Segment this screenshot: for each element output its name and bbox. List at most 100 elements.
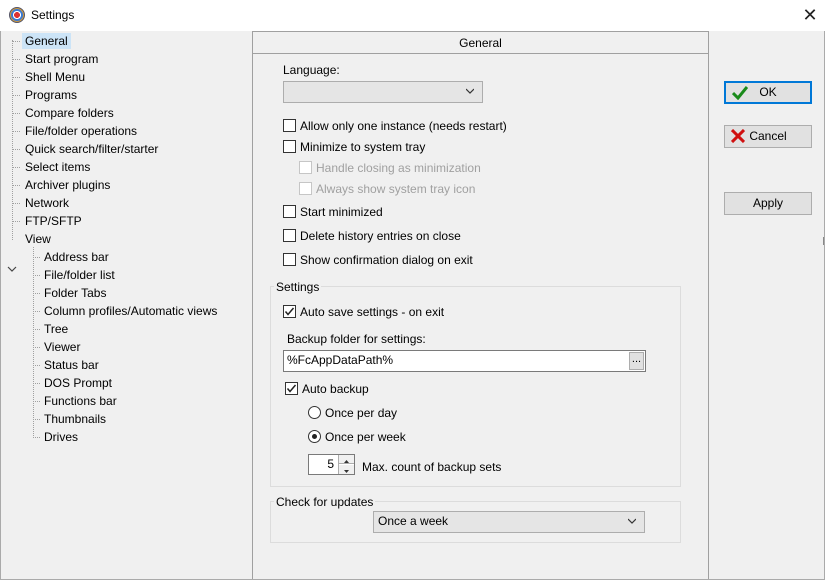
single-instance-checkbox[interactable]	[283, 119, 296, 132]
always-tray-icon-checkbox	[299, 182, 312, 195]
close-icon	[731, 129, 745, 143]
settings-group-title: Settings	[274, 280, 322, 294]
close-icon[interactable]: ✕	[795, 0, 825, 31]
apply-label: Apply	[752, 196, 784, 210]
delete-history-checkbox[interactable]	[283, 229, 296, 242]
auto-backup-checkbox[interactable]	[285, 382, 298, 395]
auto-backup-label: Auto backup	[302, 382, 369, 396]
tree-guide-line	[33, 401, 40, 402]
tree-guide-line	[33, 293, 40, 294]
handle-closing-checkbox	[299, 161, 312, 174]
backup-folder-label: Backup folder for settings:	[287, 332, 426, 346]
handle-closing-label: Handle closing as minimization	[316, 161, 481, 175]
once-per-day-label: Once per day	[325, 406, 398, 420]
tree-item-compare-folders[interactable]: Compare folders	[22, 105, 117, 121]
tree-guide-line	[33, 383, 40, 384]
tree-item-archiver-plugins[interactable]: Archiver plugins	[22, 177, 113, 193]
checkmark-icon	[284, 307, 295, 316]
chevron-down-icon	[628, 518, 636, 524]
tree-item-status-bar[interactable]: Status bar	[41, 357, 102, 373]
confirm-exit-checkbox[interactable]	[283, 253, 296, 266]
general-settings-panel: General Language: Allow only one instanc…	[252, 31, 709, 580]
tree-guide-line	[33, 311, 40, 312]
tree-item-folder-tabs[interactable]: Folder Tabs	[41, 285, 109, 301]
tree-item-dos-prompt[interactable]: DOS Prompt	[41, 375, 115, 391]
tree-guide-line	[12, 131, 20, 132]
max-backup-label: Max. count of backup sets	[362, 460, 502, 474]
always-tray-icon-label: Always show system tray icon	[316, 182, 476, 196]
max-backup-value: 5	[327, 457, 334, 471]
tree-guide-line	[33, 257, 40, 258]
stepper-up-icon[interactable]	[339, 455, 354, 464]
tree-item-ftp-sftp[interactable]: FTP/SFTP	[22, 213, 85, 229]
backup-folder-input[interactable]: %FcAppDataPath% ...	[283, 350, 646, 372]
cancel-label: Cancel	[749, 129, 787, 143]
tree-guide-line	[33, 275, 40, 276]
start-minimized-label: Start minimized	[300, 205, 383, 219]
cancel-button[interactable]: Cancel	[724, 125, 812, 148]
language-label: Language:	[283, 63, 340, 77]
tree-item-start-program[interactable]: Start program	[22, 51, 101, 67]
tree-item-address-bar[interactable]: Address bar	[41, 249, 112, 265]
once-per-week-radio[interactable]	[308, 430, 321, 443]
apply-button[interactable]: Apply	[724, 192, 812, 215]
tree-guide-line	[12, 113, 20, 114]
backup-folder-value: %FcAppDataPath%	[287, 353, 394, 367]
tree-guide-line	[12, 41, 20, 42]
chevron-down-icon	[466, 88, 474, 94]
tree-item-general[interactable]: General	[22, 33, 71, 49]
ok-button[interactable]: OK	[724, 81, 812, 104]
once-per-day-radio[interactable]	[308, 406, 321, 419]
ok-label: OK	[759, 85, 777, 99]
minimize-tray-checkbox[interactable]	[283, 140, 296, 153]
language-dropdown[interactable]	[283, 81, 483, 103]
tree-item-file-folder-list[interactable]: File/folder list	[41, 267, 118, 283]
tree-item-view[interactable]: View	[22, 231, 54, 247]
chevron-down-icon[interactable]	[6, 263, 18, 275]
checkmark-icon	[286, 384, 297, 393]
tree-item-network[interactable]: Network	[22, 195, 72, 211]
tree-guide-line	[12, 40, 13, 240]
stepper-down-icon[interactable]	[339, 465, 354, 474]
checkmark-icon	[732, 86, 748, 100]
tree-guide-line	[33, 437, 40, 438]
tree-guide-line	[12, 59, 20, 60]
window-title: Settings	[31, 8, 75, 22]
tree-item-column-profiles-automatic-views[interactable]: Column profiles/Automatic views	[41, 303, 220, 319]
auto-save-checkbox[interactable]	[283, 305, 296, 318]
confirm-exit-label: Show confirmation dialog on exit	[300, 253, 473, 267]
minimize-tray-label: Minimize to system tray	[300, 140, 426, 154]
tree-guide-line	[12, 149, 20, 150]
tree-guide-line	[12, 95, 20, 96]
updates-group-title: Check for updates	[274, 495, 376, 509]
tree-item-viewer[interactable]: Viewer	[41, 339, 83, 355]
tree-item-shell-menu[interactable]: Shell Menu	[22, 69, 88, 85]
title-bar: Settings ✕	[0, 0, 825, 31]
tree-guide-line	[33, 347, 40, 348]
once-per-week-label: Once per week	[325, 430, 406, 444]
tree-guide-line	[12, 221, 20, 222]
tree-guide-line	[33, 365, 40, 366]
tree-guide-line	[12, 167, 20, 168]
auto-save-label: Auto save settings - on exit	[300, 305, 445, 319]
app-icon	[9, 7, 25, 23]
single-instance-label: Allow only one instance (needs restart)	[300, 119, 507, 133]
delete-history-label: Delete history entries on close	[300, 229, 461, 243]
tree-guide-line	[33, 329, 40, 330]
update-frequency-dropdown[interactable]: Once a week	[373, 511, 645, 533]
tree-item-functions-bar[interactable]: Functions bar	[41, 393, 120, 409]
tree-item-programs[interactable]: Programs	[22, 87, 80, 103]
start-minimized-checkbox[interactable]	[283, 205, 296, 218]
max-backup-stepper[interactable]: 5	[308, 454, 355, 475]
tree-item-select-items[interactable]: Select items	[22, 159, 93, 175]
tree-item-thumbnails[interactable]: Thumbnails	[41, 411, 109, 427]
browse-button[interactable]: ...	[629, 352, 644, 370]
tree-item-drives[interactable]: Drives	[41, 429, 81, 445]
tree-guide-line	[12, 203, 20, 204]
tree-guide-line	[12, 77, 20, 78]
settings-tree: General Start program Shell Menu Programs Co…	[0, 31, 245, 571]
tree-item-tree[interactable]: Tree	[41, 321, 71, 337]
tree-item-quick-search-filter-starter[interactable]: Quick search/filter/starter	[22, 141, 161, 157]
tree-item-file-folder-operations[interactable]: File/folder operations	[22, 123, 140, 139]
tree-guide-line	[33, 419, 40, 420]
